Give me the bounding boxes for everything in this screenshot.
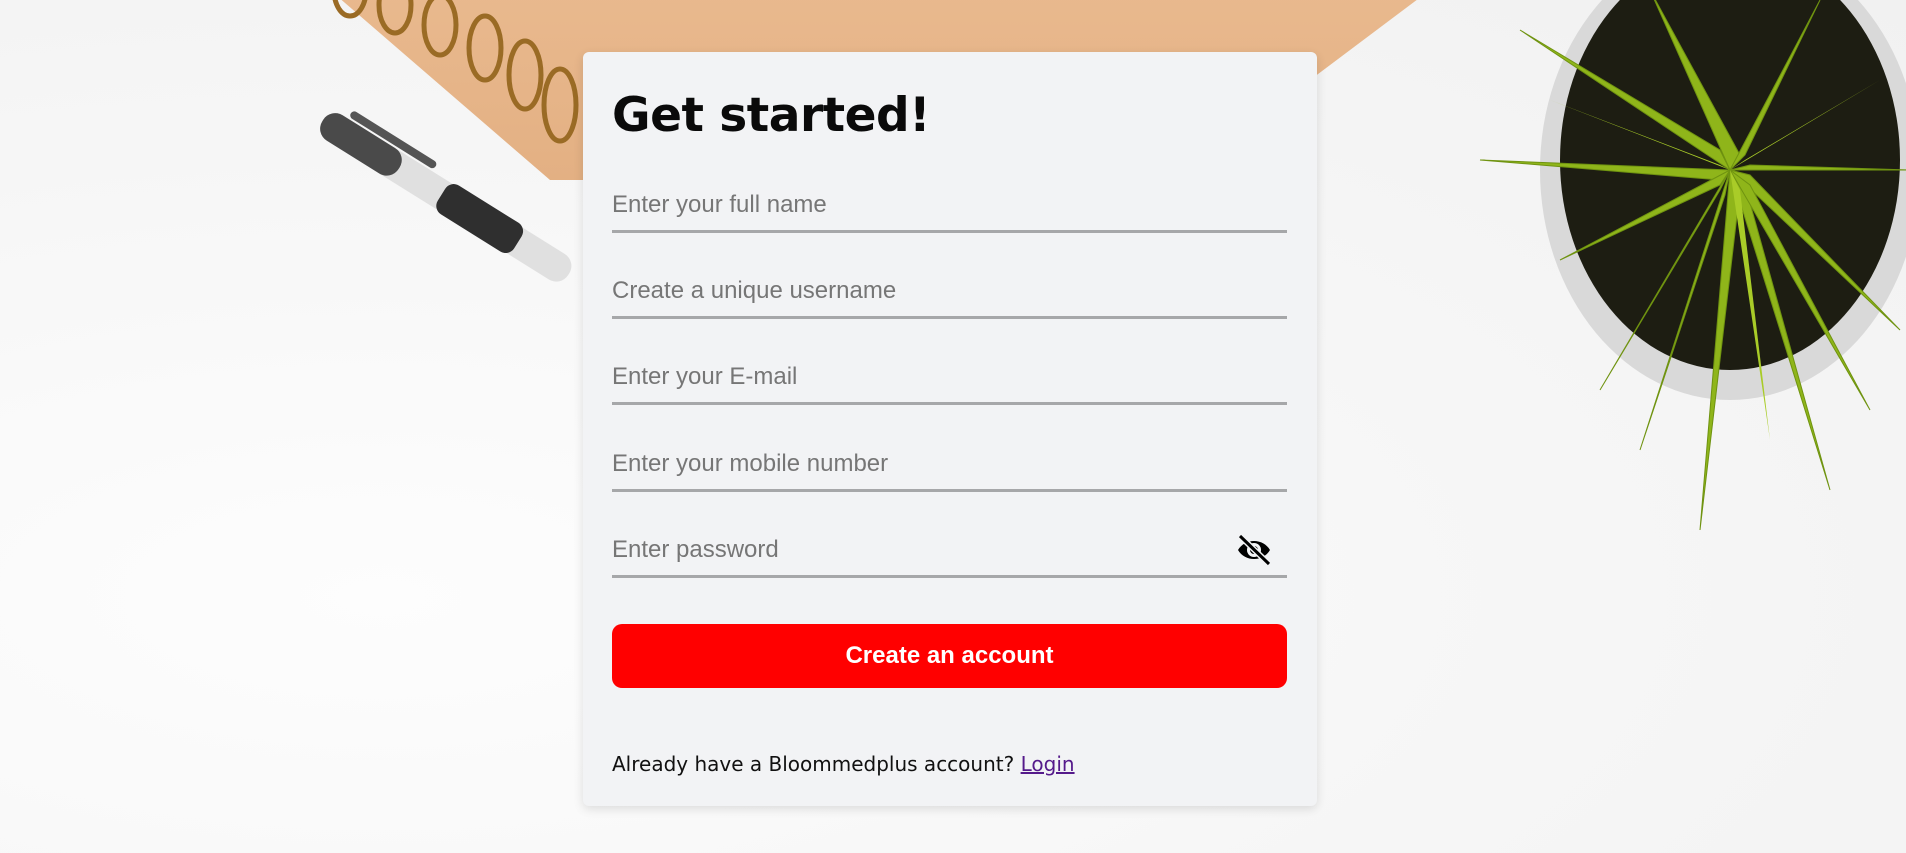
page-background: Get started! Create an account Alr: [0, 0, 1906, 853]
username-field: [612, 266, 1287, 319]
login-prompt-text: Already have a Bloommedplus account?: [612, 752, 1015, 776]
password-field: [612, 525, 1287, 578]
create-account-button[interactable]: Create an account: [612, 624, 1287, 688]
full-name-field: [612, 180, 1287, 233]
potted-plant-decoration: [1479, 0, 1906, 531]
full-name-input[interactable]: [612, 180, 1287, 230]
mobile-field: [612, 439, 1287, 492]
email-field: [612, 352, 1287, 405]
page-title: Get started!: [612, 88, 931, 143]
pen-decoration: [320, 111, 572, 282]
eye-slash-icon[interactable]: [1235, 533, 1273, 567]
login-prompt: Already have a Bloommedplus account? Log…: [612, 752, 1075, 776]
email-input[interactable]: [612, 352, 1287, 402]
mobile-input[interactable]: [612, 439, 1287, 489]
signup-card: Get started! Create an account Alr: [583, 52, 1317, 806]
username-input[interactable]: [612, 266, 1287, 316]
login-link[interactable]: Login: [1021, 752, 1075, 776]
password-input[interactable]: [612, 525, 1287, 575]
